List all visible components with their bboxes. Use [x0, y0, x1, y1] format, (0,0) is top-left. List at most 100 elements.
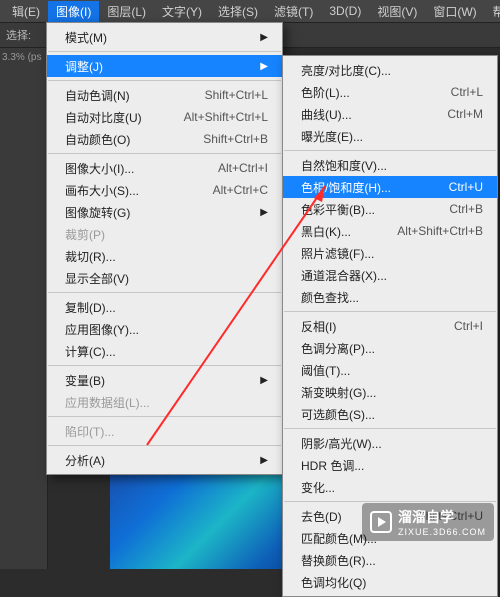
menu-item-label: 应用图像(Y)...	[65, 321, 139, 338]
menu-item-label: 亮度/对比度(C)...	[301, 62, 391, 79]
menu-item[interactable]: 调整(J) ▶	[47, 55, 282, 77]
menu-item[interactable]: 显示全部(V)	[47, 267, 282, 289]
menu-item-label: 自动颜色(O)	[65, 131, 130, 148]
menu-item-shortcut: Shift+Ctrl+B	[203, 132, 268, 146]
menu-item[interactable]: 色阶(L)... Ctrl+L	[283, 81, 497, 103]
menu-item-label: 阈值(T)...	[301, 362, 350, 379]
menu-item[interactable]: 变量(B)▶	[47, 369, 282, 391]
menu-item: 应用数据组(L)...	[47, 391, 282, 413]
menu-item-label: 变量(B)	[65, 372, 105, 389]
menu-item-label: 阴影/高光(W)...	[301, 435, 382, 452]
menu-item[interactable]: 曝光度(E)...	[283, 125, 497, 147]
menu-item-shortcut: Alt+Ctrl+I	[218, 161, 268, 175]
zoom-display: 3.3% (ps	[2, 52, 45, 63]
menu-item-label: 色相/饱和度(H)...	[301, 179, 391, 196]
left-panel: 3.3% (ps	[0, 48, 48, 569]
menu-item-label: 计算(C)...	[65, 343, 116, 360]
menu-item[interactable]: 变化...	[283, 476, 497, 498]
menu-item[interactable]: 阴影/高光(W)...	[283, 432, 497, 454]
menu-item[interactable]: 画布大小(S)...Alt+Ctrl+C	[47, 179, 282, 201]
menu-item-label: 画布大小(S)...	[65, 182, 139, 199]
menu-item-label: 黑白(K)...	[301, 223, 351, 240]
menu-separator	[48, 416, 281, 417]
watermark-sub: ZIXUE.3D66.COM	[398, 527, 486, 537]
menubar-item[interactable]: 帮	[485, 1, 500, 22]
menubar-item[interactable]: 窗口(W)	[425, 1, 484, 22]
menu-item-label: 自动对比度(U)	[65, 109, 142, 126]
menu-item[interactable]: 色相/饱和度(H)... Ctrl+U	[283, 176, 497, 198]
menu-item-label: 调整(J)	[65, 58, 103, 75]
menu-item[interactable]: HDR 色调...	[283, 454, 497, 476]
menu-item[interactable]: 应用图像(Y)...	[47, 318, 282, 340]
watermark-title: 溜溜自学	[398, 509, 454, 525]
menu-item-label: 曝光度(E)...	[301, 128, 363, 145]
menu-item-label: 反相(I)	[301, 318, 336, 335]
menu-item[interactable]: 曲线(U)...Ctrl+M	[283, 103, 497, 125]
menu-item-label: HDR 色调...	[301, 457, 364, 474]
menu-item-label: 照片滤镜(F)...	[301, 245, 374, 262]
menu-item-label: 显示全部(V)	[65, 270, 129, 287]
menu-separator	[48, 445, 281, 446]
menu-item[interactable]: 渐变映射(G)...	[283, 381, 497, 403]
menu-item: 陷印(T)...	[47, 420, 282, 442]
menu-item[interactable]: 计算(C)...	[47, 340, 282, 362]
menu-item[interactable]: 图像大小(I)...Alt+Ctrl+I	[47, 157, 282, 179]
menu-item[interactable]: 图像旋转(G) ▶	[47, 201, 282, 223]
menu-item[interactable]: 颜色查找...	[283, 286, 497, 308]
menubar-item[interactable]: 辑(E)	[4, 1, 48, 22]
menu-item-label: 图像旋转(G)	[65, 204, 130, 221]
menu-separator	[284, 428, 496, 429]
menu-item-shortcut: Ctrl+U	[449, 180, 483, 194]
menu-item-label: 通道混合器(X)...	[301, 267, 387, 284]
menu-item-label: 去色(D)	[301, 508, 342, 525]
menu-separator	[48, 365, 281, 366]
menu-item[interactable]: 阈值(T)...	[283, 359, 497, 381]
menu-item-shortcut: Ctrl+L	[451, 85, 483, 99]
menu-item-label: 色彩平衡(B)...	[301, 201, 375, 218]
menu-item[interactable]: 复制(D)...	[47, 296, 282, 318]
menubar-item[interactable]: 3D(D)	[321, 2, 369, 20]
submenu-arrow-icon: ▶	[260, 207, 268, 218]
menu-item[interactable]: 替换颜色(R)...	[283, 549, 497, 571]
menubar-item[interactable]: 图层(L)	[99, 1, 154, 22]
menu-item[interactable]: 自动对比度(U)Alt+Shift+Ctrl+L	[47, 106, 282, 128]
menu-item-label: 色调分离(P)...	[301, 340, 375, 357]
menu-item-label: 色调均化(Q)	[301, 574, 366, 591]
menu-item: 裁剪(P)	[47, 223, 282, 245]
menu-item[interactable]: 自然饱和度(V)...	[283, 154, 497, 176]
menu-item[interactable]: 色调分离(P)...	[283, 337, 497, 359]
submenu-arrow-icon: ▶	[260, 32, 268, 43]
menubar-item[interactable]: 视图(V)	[369, 1, 425, 22]
menu-item[interactable]: 黑白(K)...Alt+Shift+Ctrl+B	[283, 220, 497, 242]
menubar-item[interactable]: 图像(I)	[48, 1, 99, 22]
menu-item[interactable]: 反相(I)Ctrl+I	[283, 315, 497, 337]
menu-item-label: 模式(M)	[65, 29, 107, 46]
menubar-item[interactable]: 文字(Y)	[154, 1, 210, 22]
menu-item[interactable]: 自动颜色(O) Shift+Ctrl+B	[47, 128, 282, 150]
menubar: 辑(E)图像(I)图层(L)文字(Y)选择(S)滤镜(T)3D(D)视图(V)窗…	[0, 0, 500, 22]
play-icon	[370, 511, 392, 533]
image-menu: 模式(M)▶调整(J)▶自动色调(N)Shift+Ctrl+L自动对比度(U)A…	[46, 22, 283, 475]
menu-separator	[284, 311, 496, 312]
menu-item-label: 可选颜色(S)...	[301, 406, 375, 423]
menu-item[interactable]: 色彩平衡(B)...Ctrl+B	[283, 198, 497, 220]
menu-item[interactable]: 自动色调(N)Shift+Ctrl+L	[47, 84, 282, 106]
menu-item-shortcut: Shift+Ctrl+L	[205, 88, 268, 102]
menubar-item[interactable]: 选择(S)	[210, 1, 266, 22]
menu-item-label: 渐变映射(G)...	[301, 384, 376, 401]
menu-item-label: 复制(D)...	[65, 299, 116, 316]
submenu-arrow-icon: ▶	[260, 61, 268, 72]
menu-item-label: 色阶(L)...	[301, 84, 350, 101]
menu-item[interactable]: 分析(A)▶	[47, 449, 282, 471]
menu-item[interactable]: 通道混合器(X)...	[283, 264, 497, 286]
menu-item-label: 分析(A)	[65, 452, 105, 469]
menu-item-label: 自然饱和度(V)...	[301, 157, 387, 174]
menu-item[interactable]: 色调均化(Q)	[283, 571, 497, 593]
menu-item[interactable]: 亮度/对比度(C)...	[283, 59, 497, 81]
menu-item[interactable]: 裁切(R)...	[47, 245, 282, 267]
menu-item-label: 裁剪(P)	[65, 226, 105, 243]
menu-item[interactable]: 照片滤镜(F)...	[283, 242, 497, 264]
menu-item[interactable]: 模式(M) ▶	[47, 26, 282, 48]
menubar-item[interactable]: 滤镜(T)	[266, 1, 321, 22]
menu-item[interactable]: 可选颜色(S)...	[283, 403, 497, 425]
